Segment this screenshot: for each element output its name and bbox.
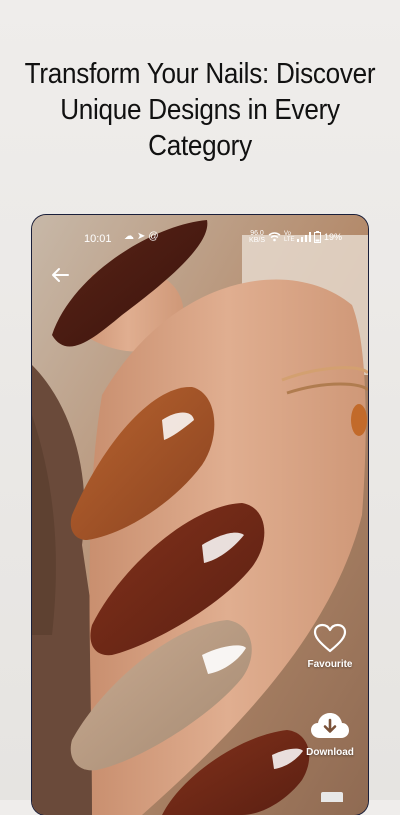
- system-icons: 96.0 KB/S Vo LTE 19%: [249, 230, 342, 244]
- status-bar: 10:01 ☁➤@ 96.0 KB/S Vo LTE 19%: [32, 215, 368, 261]
- headline-line-3: Category: [148, 130, 252, 162]
- battery-percent: 19%: [323, 232, 342, 242]
- download-button[interactable]: Download: [290, 711, 368, 758]
- status-time: 10:01: [84, 233, 112, 245]
- volte-label: Vo LTE: [283, 231, 295, 243]
- headline-line-1: Transform Your Nails: Discover: [24, 58, 376, 90]
- back-arrow-icon: [52, 268, 69, 282]
- network-speed-unit: KB/S: [249, 237, 265, 244]
- network-speed: 96.0 KB/S: [249, 230, 265, 244]
- favourite-button[interactable]: Favourite: [290, 623, 368, 670]
- favourite-label: Favourite: [307, 659, 353, 670]
- wifi-icon: [268, 232, 281, 242]
- signal-icon: [296, 232, 311, 242]
- back-button[interactable]: [46, 261, 74, 289]
- chat-notification-icon: ☁: [124, 231, 137, 242]
- telegram-notification-icon: ➤: [137, 231, 149, 242]
- notification-icons: ☁➤@: [124, 231, 162, 242]
- download-label: Download: [306, 747, 354, 758]
- page-headline: Transform Your Nails: Discover Unique De…: [20, 56, 380, 164]
- next-action-peek: [321, 792, 343, 802]
- swirl-notification-icon: @: [148, 231, 162, 242]
- heart-icon: [313, 623, 347, 653]
- network-speed-value: 96.0: [250, 230, 264, 237]
- battery-icon: [313, 231, 321, 243]
- headline-line-2: Unique Designs in Every: [60, 94, 340, 126]
- phone-screenshot-frame: 10:01 ☁➤@ 96.0 KB/S Vo LTE 19% Favourite…: [32, 215, 368, 815]
- cloud-download-icon: [311, 713, 349, 738]
